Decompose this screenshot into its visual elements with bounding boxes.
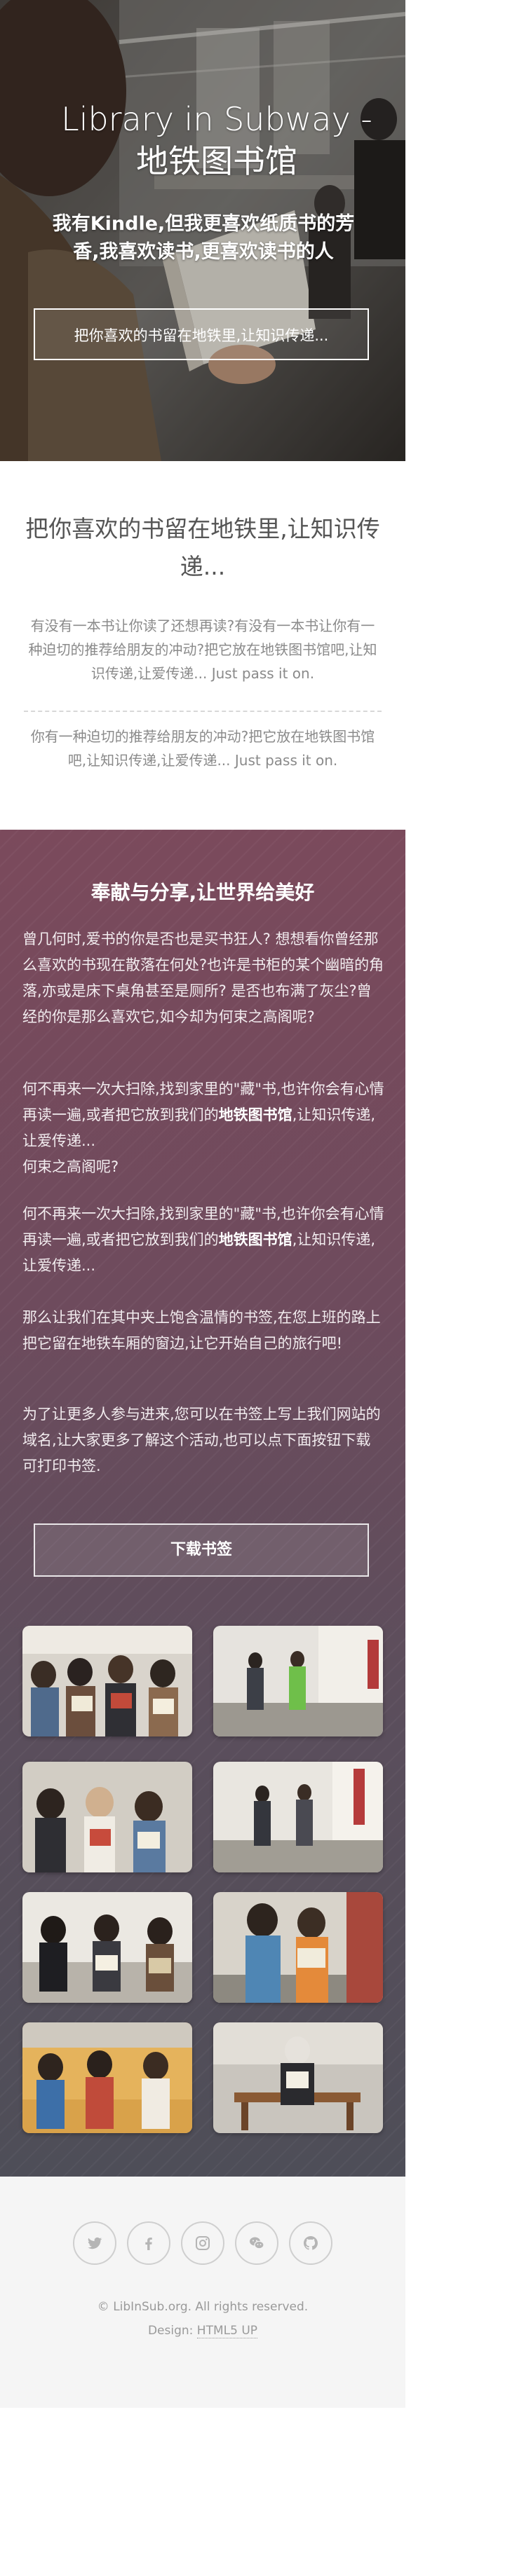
feature-paragraph: 曾几何时,爱书的你是否也是买书狂人? 想想看你曾经那么喜欢的书现在散落在何处?也… [22, 931, 384, 1025]
gallery-thumb-subway-readers[interactable] [22, 1626, 192, 1736]
intro-paragraph: 有没有一本书让你读了还想再读?有没有一本书让你有一种迫切的推荐给朋友的冲动?把它… [28, 617, 377, 682]
subway-readers-photo [22, 1892, 192, 2003]
download-bookmark-button[interactable]: 下载书签 [34, 1523, 369, 1577]
instagram-link[interactable] [181, 2221, 224, 2265]
hero-cta-button[interactable]: 把你喜欢的书留在地铁里,让知识传递... [34, 308, 369, 360]
hero-banner: Library in Subway - 地铁图书馆 我有Kindle,但我更喜欢… [0, 0, 405, 461]
instagram-icon [196, 2236, 210, 2250]
github-link[interactable] [289, 2221, 333, 2265]
twitter-link[interactable] [72, 2221, 116, 2265]
site-title-en: Library in Subway - [61, 100, 372, 138]
feature-section: 奉献与分享,让世界给美好 曾几何时,爱书的你是否也是买书狂人? 想想看你曾经那么… [0, 830, 405, 2177]
feature-paragraph: 何不再来一次大扫除,找到家里的"藏"书,也许你会有心情再读一遍,或者把它放到我们… [22, 1076, 384, 1180]
design-credit-label: Design: [147, 2324, 194, 2338]
design-credit-link[interactable]: HTML5 UP [196, 2324, 258, 2338]
subway-library-highlight: 地铁图书馆 [218, 1231, 292, 1248]
intro-heading: 把你喜欢的书留在地铁里,让知识传递... [25, 515, 380, 580]
feature-paragraph: 那么让我们在其中夹上饱含温情的书签,在您上班的路上把它留在地铁车厢的窗边,让它开… [22, 1309, 381, 1352]
gallery-thumb-subway-readers[interactable] [22, 1762, 192, 1872]
intro-paragraph: 你有一种迫切的推荐给朋友的冲动?把它放在地铁图书馆吧,让知识传递,让爱传递...… [30, 728, 375, 769]
wechat-link[interactable] [235, 2221, 279, 2265]
site-title: Library in Subway - 地铁图书馆 [28, 98, 405, 182]
subway-platform-photo [213, 1626, 383, 1736]
gallery-thumb-subway-readers[interactable] [22, 1892, 192, 2003]
gallery-thumb-subway-platform[interactable] [213, 1762, 383, 1872]
intro-divider [24, 711, 382, 712]
subway-readers-photo [22, 1626, 192, 1736]
page: Library in Subway - 地铁图书馆 我有Kindle,但我更喜欢… [0, 0, 405, 2408]
intro-section: 把你喜欢的书留在地铁里,让知识传递... 有没有一本书让你读了还想再读?有没有一… [0, 461, 405, 830]
feature-paragraph: 为了让更多人参与进来,您可以在书签上写上我们网站的域名,让大家更多了解这个活动,… [22, 1406, 381, 1474]
subway-library-highlight: 地铁图书馆 [218, 1107, 292, 1123]
social-links [0, 2221, 405, 2265]
feature-paragraph-text: 何束之高阁呢? [22, 1158, 119, 1175]
facebook-icon [145, 2238, 152, 2250]
feature-heading: 奉献与分享,让世界给美好 [90, 881, 315, 904]
gallery-thumb-subway-readers[interactable] [22, 2022, 192, 2133]
site-footer: © LibInSub.org. All rights reserved. Des… [0, 2177, 405, 2408]
site-title-zh: 地铁图书馆 [136, 142, 297, 180]
subway-platform-photo [213, 1892, 383, 2003]
facebook-link[interactable] [126, 2221, 170, 2265]
gallery-thumb-subway-platform[interactable] [213, 1626, 383, 1736]
subway-bench-photo [213, 2022, 383, 2133]
feature-paragraph: 何不再来一次大扫除,找到家里的"藏"书,也许你会有心情再读一遍,或者把它放到我们… [22, 1201, 384, 1279]
gallery-thumb-subway-platform[interactable] [213, 1892, 383, 2003]
gallery-thumb-subway-bench[interactable] [213, 2022, 383, 2133]
github-icon [304, 2236, 318, 2250]
design-credit: Design: HTML5 UP [0, 2324, 405, 2338]
subway-readers-photo [22, 1762, 192, 1872]
twitter-icon [87, 2237, 102, 2249]
wechat-icon [250, 2237, 264, 2249]
subway-readers-photo [22, 2022, 192, 2133]
copyright-text: © LibInSub.org. All rights reserved. [97, 2300, 309, 2314]
subway-platform-photo [213, 1762, 383, 1872]
hero-subtitle: 我有Kindle,但我更喜欢纸质书的芳香,我喜欢读书,更喜欢读书的人 [52, 213, 355, 263]
